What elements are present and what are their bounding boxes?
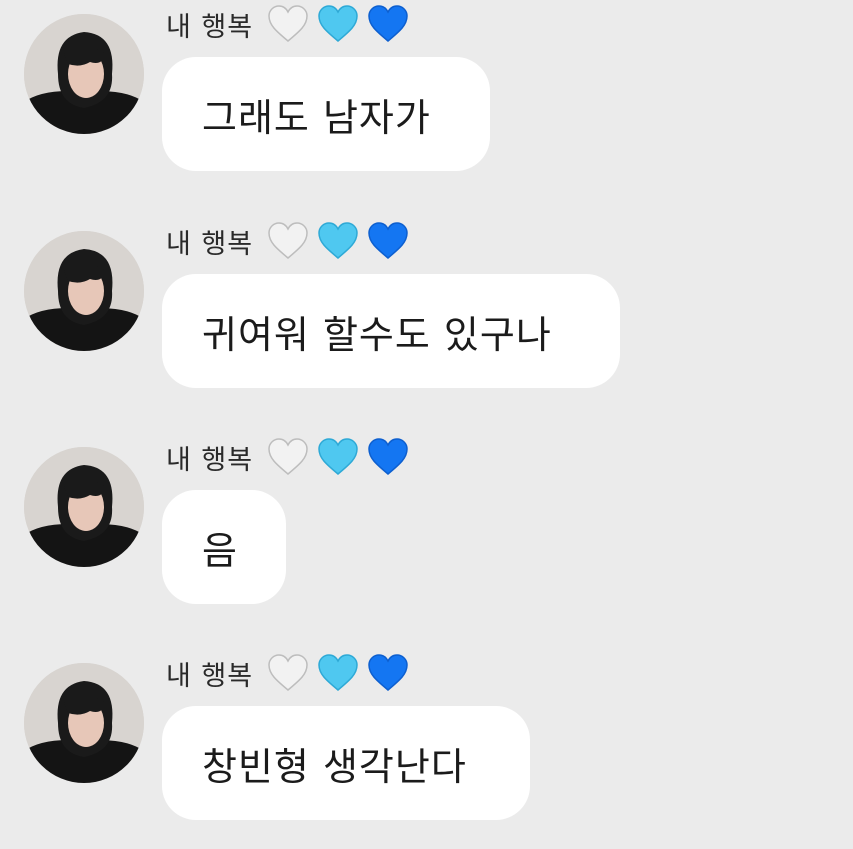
sender-header: 내 행복 xyxy=(166,437,409,477)
avatar[interactable] xyxy=(24,447,144,567)
blue-heart-icon xyxy=(368,654,408,691)
message-bubble[interactable]: 창빈형 생각난다 xyxy=(162,706,530,820)
white-heart-icon xyxy=(268,222,308,259)
light-blue-heart-icon xyxy=(318,654,358,691)
message-text: 음 xyxy=(202,528,238,573)
chat-message: 내 행복 귀여워 할수도 있구나 xyxy=(0,217,853,417)
light-blue-heart-icon xyxy=(318,5,358,42)
chat-message: 내 행복 음 xyxy=(0,433,853,633)
light-blue-heart-icon xyxy=(318,222,358,259)
message-bubble[interactable]: 그래도 남자가 xyxy=(162,57,490,171)
message-text: 귀여워 할수도 있구나 xyxy=(202,312,552,357)
light-blue-heart-icon xyxy=(318,438,358,475)
blue-heart-icon xyxy=(368,438,408,475)
chat-message: 내 행복 그래도 남자가 xyxy=(0,0,853,200)
sender-name: 내 행복 xyxy=(166,11,254,43)
avatar[interactable] xyxy=(24,663,144,783)
avatar[interactable] xyxy=(24,14,144,134)
message-text: 창빈형 생각난다 xyxy=(202,744,467,789)
message-bubble[interactable]: 귀여워 할수도 있구나 xyxy=(162,274,620,388)
white-heart-icon xyxy=(268,654,308,691)
blue-heart-icon xyxy=(368,5,408,42)
white-heart-icon xyxy=(268,438,308,475)
avatar[interactable] xyxy=(24,231,144,351)
blue-heart-icon xyxy=(368,222,408,259)
white-heart-icon xyxy=(268,5,308,42)
message-text: 그래도 남자가 xyxy=(202,95,431,140)
sender-name: 내 행복 xyxy=(166,228,254,260)
sender-name: 내 행복 xyxy=(166,444,254,476)
message-bubble[interactable]: 음 xyxy=(162,490,286,604)
sender-header: 내 행복 xyxy=(166,221,409,261)
sender-name: 내 행복 xyxy=(166,660,254,692)
chat-message: 내 행복 창빈형 생각난다 xyxy=(0,649,853,849)
sender-header: 내 행복 xyxy=(166,4,409,44)
sender-header: 내 행복 xyxy=(166,653,409,693)
